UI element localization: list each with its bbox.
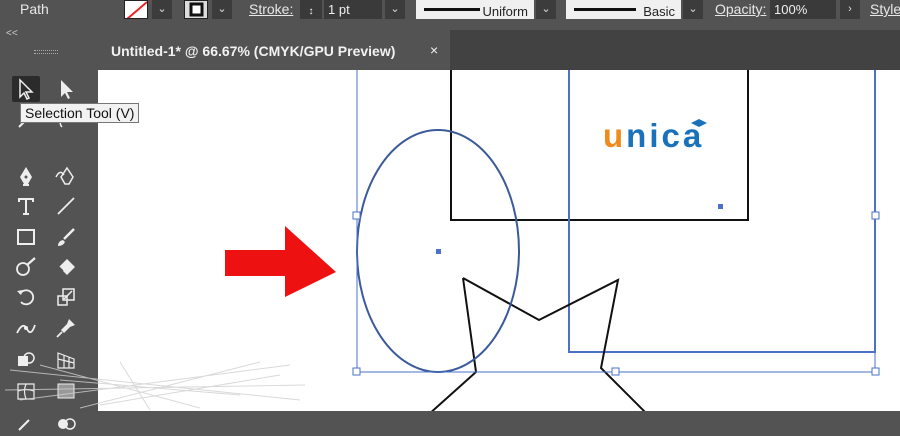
blue-rectangle[interactable] xyxy=(568,70,876,353)
eraser-tool[interactable] xyxy=(52,254,80,280)
fill-swatch[interactable] xyxy=(124,0,148,19)
variable-width-dropdown[interactable]: ⌄ xyxy=(536,0,556,19)
fill-dropdown[interactable]: ⌄ xyxy=(152,0,172,19)
paintbrush-icon xyxy=(58,228,75,246)
direct-selection-arrow-icon xyxy=(61,80,73,99)
stroke-color-dropdown[interactable]: ⌄ xyxy=(212,0,232,19)
ellipse-center-point xyxy=(436,249,441,254)
selection-arrow-icon xyxy=(19,78,34,100)
opacity-label[interactable]: Opacity: xyxy=(715,1,766,17)
stroke-line-preview xyxy=(424,8,480,11)
line-segment-icon xyxy=(57,197,75,215)
chevron-down-icon: ⌄ xyxy=(157,3,167,15)
rectangle-icon xyxy=(17,229,35,245)
brush-definition-label: Basic xyxy=(643,4,675,19)
bounding-handle-bottom-right[interactable] xyxy=(871,367,880,376)
rotate-tool[interactable] xyxy=(12,284,40,310)
stroke-weight-field[interactable]: 1 pt xyxy=(324,0,382,19)
pen-tool[interactable] xyxy=(12,163,40,189)
type-t-icon xyxy=(18,198,34,215)
stroke-label[interactable]: Stroke: xyxy=(249,1,293,17)
type-tool[interactable] xyxy=(12,193,40,219)
stroke-color-icon xyxy=(189,2,204,17)
line-segment-tool[interactable] xyxy=(52,193,80,219)
panel-grip[interactable] xyxy=(34,50,58,54)
paintbrush-tool[interactable] xyxy=(52,224,80,250)
bounding-handle-bottom-left[interactable] xyxy=(352,367,361,376)
direct-selection-tool[interactable] xyxy=(52,76,80,102)
brush-dropdown[interactable]: ⌄ xyxy=(683,0,703,19)
style-label[interactable]: Style xyxy=(870,1,900,17)
chevron-down-icon: ⌄ xyxy=(217,3,227,15)
stepper-arrows-icon: ↕ xyxy=(308,6,314,17)
selection-tool[interactable] xyxy=(12,76,40,102)
brush-line-preview xyxy=(574,8,636,11)
collapse-panel-icon[interactable]: << xyxy=(6,28,18,39)
bounding-handle-bottom-center[interactable] xyxy=(611,367,620,376)
free-transform-pin-icon xyxy=(56,319,75,338)
opacity-field[interactable]: 100% xyxy=(770,0,836,19)
scale-tool[interactable] xyxy=(52,284,80,310)
red-arrow-annotation xyxy=(225,226,336,297)
curvature-pen-icon xyxy=(55,166,74,185)
control-bar: Path ⌄ ⌄ Stroke: ↕ 1 pt ⌄ Uniform ⌄ Basi… xyxy=(0,0,900,22)
chevron-down-icon: ⌄ xyxy=(541,3,551,15)
document-tab-bar: Untitled-1* @ 66.67% (CMYK/GPU Preview) … xyxy=(98,30,900,70)
pen-icon xyxy=(20,167,32,186)
blend-tool[interactable] xyxy=(52,410,80,436)
logo-letter-u: u xyxy=(603,117,627,154)
chevron-right-icon: › xyxy=(848,3,852,15)
rectangle-tool[interactable] xyxy=(12,224,40,250)
tool-tooltip: Selection Tool (V) xyxy=(20,103,140,123)
star-right-arms[interactable] xyxy=(462,277,648,411)
rectangle-center-point xyxy=(718,204,723,209)
free-transform-tool[interactable] xyxy=(52,315,80,341)
stroke-weight-dropdown[interactable]: ⌄ xyxy=(385,0,405,19)
opacity-flyout[interactable]: › xyxy=(840,0,860,19)
path-label: Path xyxy=(20,1,49,17)
watermark-scribble xyxy=(4,361,306,411)
logo-letters-nica: nica xyxy=(626,117,705,154)
variable-width-profile-label: Uniform xyxy=(482,4,528,19)
none-fill-icon xyxy=(126,1,147,18)
stroke-weight-stepper[interactable]: ↕ xyxy=(300,0,322,19)
width-tool[interactable] xyxy=(12,315,40,341)
brush-definition[interactable]: Basic xyxy=(566,0,681,19)
variable-width-profile[interactable]: Uniform xyxy=(416,0,534,19)
unica-logo: unica xyxy=(603,117,704,155)
width-tool-icon xyxy=(16,324,36,334)
stroke-swatch[interactable] xyxy=(184,0,208,19)
rotate-icon xyxy=(17,289,35,306)
tools-panel: << xyxy=(0,22,98,431)
star-left-arm[interactable] xyxy=(428,277,478,411)
document-tab-title: Untitled-1* @ 66.67% (CMYK/GPU Preview) xyxy=(111,43,396,59)
chevron-down-icon: ⌄ xyxy=(390,3,400,15)
blend-icon xyxy=(58,418,76,430)
shaper-icon xyxy=(16,257,36,276)
scale-icon xyxy=(57,288,75,306)
curvature-tool[interactable] xyxy=(52,163,80,189)
shaper-tool[interactable] xyxy=(12,254,40,280)
chevron-down-icon: ⌄ xyxy=(688,3,698,15)
bounding-handle-middle-left[interactable] xyxy=(352,211,361,220)
eyedropper-tool[interactable] xyxy=(12,410,40,436)
bounding-handle-middle-right[interactable] xyxy=(871,211,880,220)
eraser-icon xyxy=(58,259,75,275)
eyedropper-icon xyxy=(18,419,30,431)
document-tab[interactable]: Untitled-1* @ 66.67% (CMYK/GPU Preview) … xyxy=(98,30,450,70)
close-tab-icon[interactable]: × xyxy=(430,42,438,58)
